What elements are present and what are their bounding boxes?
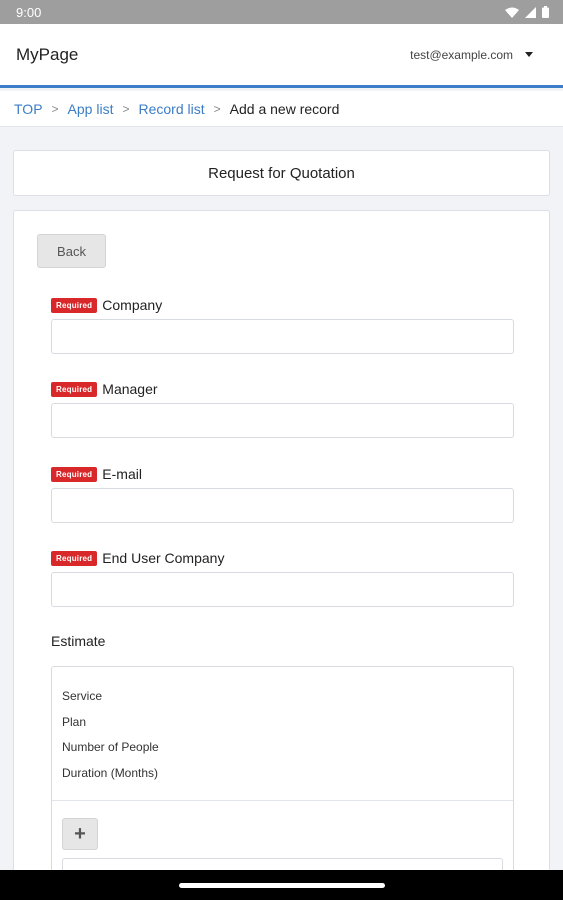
estimate-headers: Service Plan Number of People Duration (… — [52, 667, 513, 791]
field-label-row: Required E-mail — [51, 464, 514, 484]
breadcrumb-current: Add a new record — [229, 100, 340, 117]
field-email: Required E-mail — [51, 464, 514, 523]
breadcrumb-record-list[interactable]: Record list — [138, 101, 204, 117]
divider — [52, 800, 513, 801]
field-end-user-company: Required End User Company — [51, 548, 514, 607]
field-label-row: Required Manager — [51, 379, 514, 399]
end-user-company-input[interactable] — [51, 572, 514, 607]
form-title-card: Request for Quotation — [13, 150, 550, 196]
chevron-right-icon: > — [213, 101, 221, 116]
field-label-row: Required End User Company — [51, 548, 514, 568]
status-icons — [505, 6, 549, 18]
estimate-header-service: Service — [62, 689, 103, 703]
estimate-header-duration: Duration (Months) — [62, 765, 159, 780]
account-menu[interactable]: test@example.com — [410, 48, 547, 62]
app-title: MyPage — [16, 44, 79, 64]
field-label: End User Company — [102, 550, 225, 566]
caret-down-icon — [525, 52, 533, 57]
signal-icon — [525, 6, 536, 18]
email-input[interactable] — [51, 488, 514, 523]
form-card: Back Required Company Required Manager R… — [13, 210, 550, 900]
required-badge: Required — [51, 550, 98, 566]
wifi-icon — [505, 7, 519, 18]
status-bar: 9:00 — [0, 0, 563, 24]
status-time: 9:00 — [16, 4, 42, 20]
estimate-header-plan: Plan — [62, 714, 87, 729]
account-email: test@example.com — [410, 47, 513, 62]
chevron-right-icon: > — [51, 101, 59, 116]
chevron-right-icon: > — [122, 101, 130, 116]
breadcrumb-app-list[interactable]: App list — [68, 101, 114, 117]
add-row-button[interactable]: + — [62, 818, 98, 850]
field-label: Company — [102, 297, 163, 313]
estimate-table: Service Plan Number of People Duration (… — [51, 666, 514, 900]
breadcrumb: TOP > App list > Record list > Add a new… — [0, 91, 563, 127]
required-badge: Required — [51, 297, 98, 313]
estimate-label: Estimate — [51, 633, 106, 649]
field-manager: Required Manager — [51, 379, 514, 438]
field-label: E-mail — [102, 466, 142, 482]
form-title: Request for Quotation — [208, 164, 355, 182]
company-input[interactable] — [51, 319, 514, 354]
back-button[interactable]: Back — [37, 234, 106, 268]
field-label-row: Required Company — [51, 295, 514, 315]
system-nav-bar — [0, 870, 563, 900]
estimate-header-people: Number of People — [62, 740, 159, 754]
app-header: MyPage test@example.com — [0, 24, 563, 88]
field-label: Manager — [102, 381, 158, 397]
required-badge: Required — [51, 466, 98, 482]
home-gesture-bar[interactable] — [179, 883, 385, 888]
field-company: Required Company — [51, 295, 514, 354]
breadcrumb-top[interactable]: TOP — [14, 101, 43, 117]
required-badge: Required — [51, 381, 98, 397]
manager-input[interactable] — [51, 403, 514, 438]
battery-icon — [542, 6, 549, 18]
